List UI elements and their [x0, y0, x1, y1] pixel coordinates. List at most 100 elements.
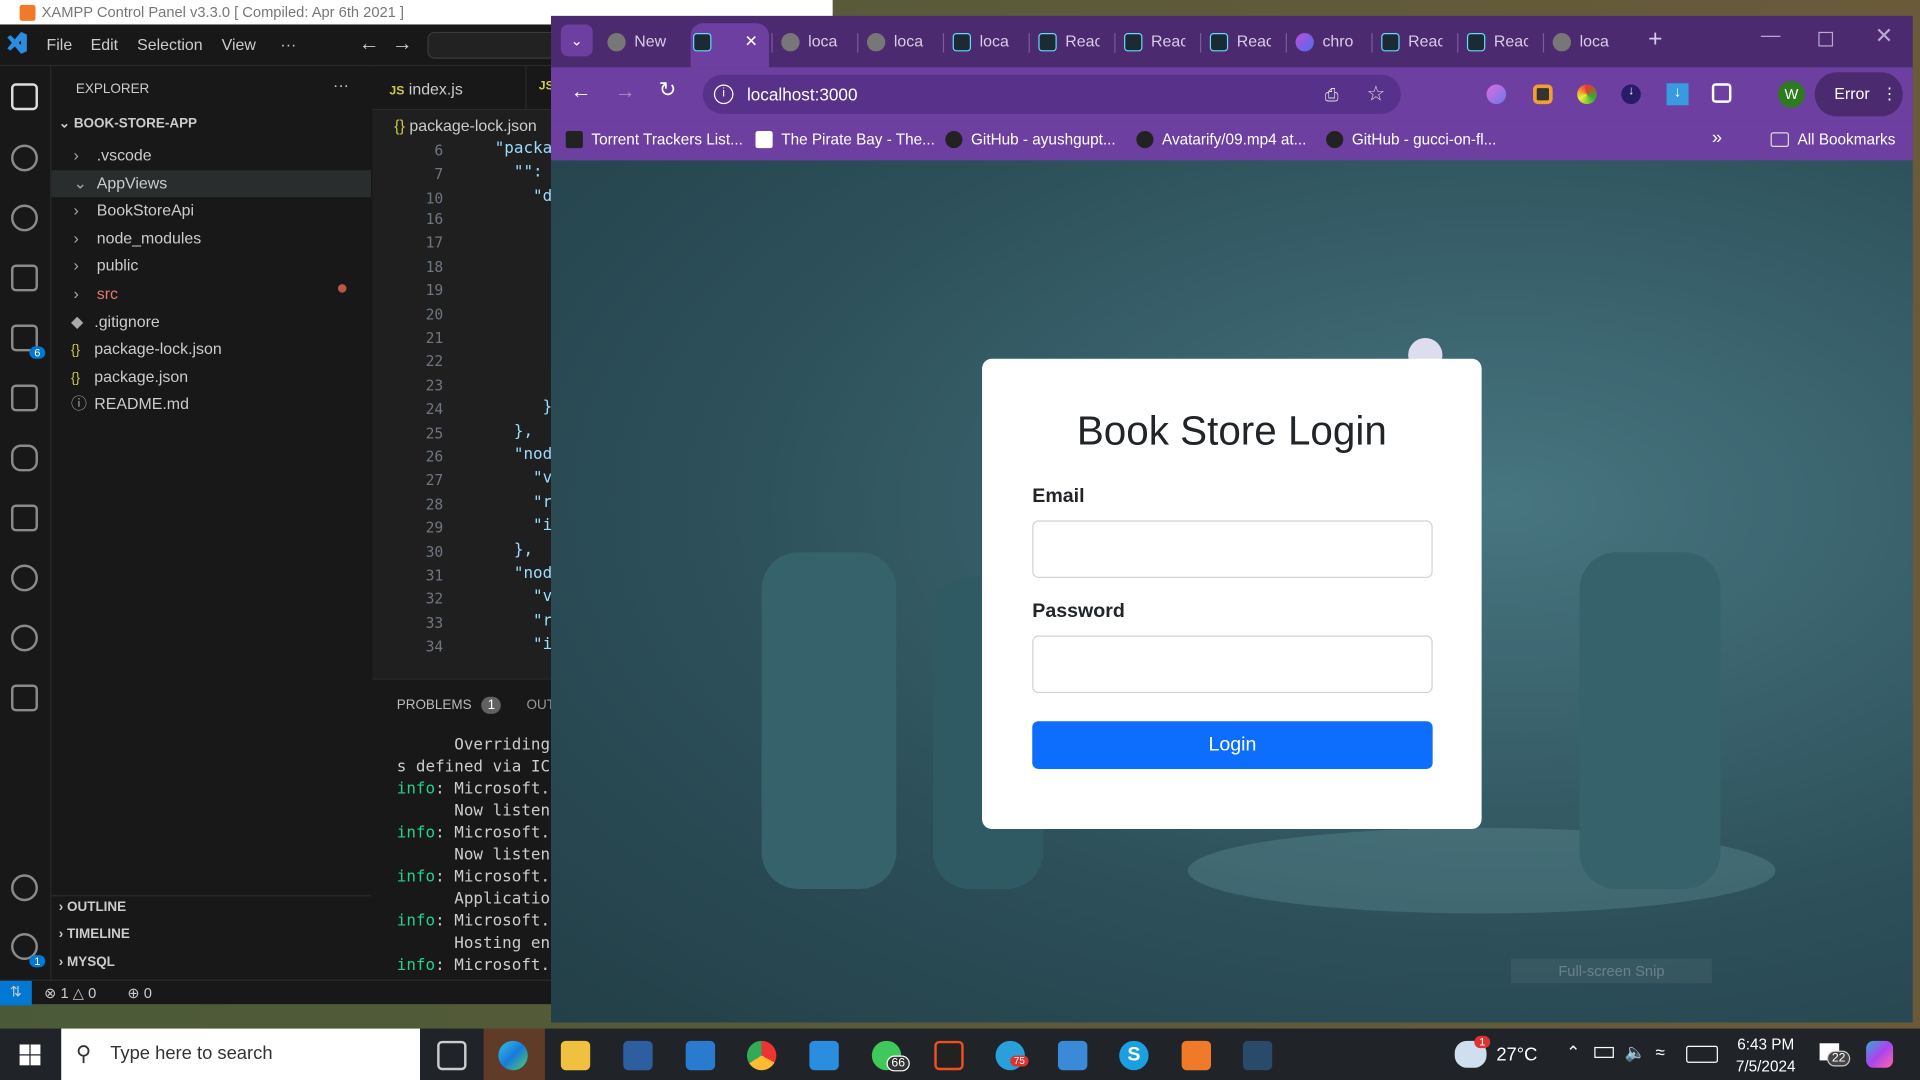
file-explorer-icon[interactable] [560, 1040, 591, 1071]
notifications-icon[interactable]: 22 [1819, 1043, 1851, 1067]
chatgpt-icon[interactable] [11, 624, 38, 652]
new-tab-plus-icon[interactable]: + [1648, 26, 1662, 54]
problems-status[interactable]: ⊗ 1 △ 0 [44, 984, 96, 1001]
tab-problems[interactable]: PROBLEMS 1 [397, 696, 502, 714]
profile-avatar[interactable]: W [1777, 80, 1805, 108]
browser-tab[interactable]: loca [950, 31, 1014, 55]
forward-icon[interactable]: → [615, 80, 636, 104]
wifi-icon[interactable]: ≈ [1656, 1042, 1665, 1062]
browser-tab[interactable]: Reac [1379, 31, 1442, 55]
run-debug-icon[interactable] [11, 264, 38, 292]
command-center[interactable] [427, 31, 563, 59]
skype-icon[interactable]: S [1119, 1040, 1149, 1071]
close-tab-icon[interactable]: ✕ [744, 23, 757, 60]
explorer-more-icon[interactable]: ··· [333, 76, 349, 94]
browser-tab[interactable]: Reac [1464, 31, 1528, 55]
browser-tab[interactable]: Reac [1122, 31, 1185, 55]
taskbar-search[interactable]: ⚲ Type here to search [61, 1028, 421, 1080]
show-hidden-icons-chevron[interactable]: ⌃ [1566, 1042, 1580, 1063]
keyboard-icon[interactable] [1686, 1045, 1718, 1063]
tree-item[interactable]: › src [51, 280, 371, 307]
menu-file[interactable]: File [47, 36, 73, 54]
vscode-icon[interactable] [809, 1040, 839, 1071]
figma-icon[interactable] [934, 1040, 964, 1071]
menu-more[interactable]: ··· [280, 36, 296, 54]
address-bar[interactable]: i localhost:3000 ⎙ ☆ [702, 74, 1401, 114]
extensions-icon[interactable]: 6 [11, 324, 46, 359]
browser-tab[interactable]: loca [864, 31, 928, 55]
mail-icon[interactable] [685, 1040, 716, 1071]
accounts-icon[interactable] [11, 874, 38, 902]
tree-item[interactable]: {} package-lock.json [51, 336, 371, 363]
back-arrow-icon[interactable]: ← [359, 32, 380, 56]
clock[interactable]: 6:43 PM 7/5/2024 [1729, 1033, 1802, 1077]
downloader-extension-icon[interactable]: ↓ [1621, 84, 1641, 105]
tree-item[interactable]: ◆ .gitignore [51, 308, 371, 335]
email-input[interactable] [1032, 520, 1433, 578]
volume-icon[interactable]: 🔈 [1625, 1042, 1646, 1063]
breadcrumb[interactable]: {} package-lock.json [394, 116, 537, 134]
bookmark-star-icon[interactable]: ☆ [1367, 75, 1386, 114]
bookmark-avatarify[interactable]: Avatarify/09.mp4 at... [1136, 131, 1306, 149]
browser-tab[interactable]: loca [779, 31, 843, 55]
tree-item[interactable]: › .vscode [51, 142, 371, 169]
password-input[interactable] [1032, 635, 1433, 694]
menu-view[interactable]: View [222, 36, 256, 54]
database-icon[interactable] [11, 444, 38, 472]
close-window-icon[interactable]: ✕ [1875, 23, 1893, 49]
layers-icon[interactable] [11, 504, 38, 532]
project-root[interactable]: ⌄ BOOK-STORE-APP [59, 115, 197, 131]
remote-explorer-icon[interactable] [11, 384, 38, 412]
code-editor[interactable]: {} package-lock.json 6 "packa 7 "": 10 "d 16… [372, 110, 552, 679]
tree-item[interactable]: › public [51, 253, 371, 280]
download-manager-icon[interactable]: ↓ [1666, 83, 1689, 106]
browser-tab[interactable]: Reac [1207, 31, 1271, 55]
start-windows-icon[interactable] [19, 1044, 41, 1066]
chrome-icon[interactable] [746, 1040, 777, 1071]
tree-item[interactable]: › node_modules [51, 225, 371, 252]
settings-gear-icon[interactable]: 1 [11, 933, 46, 968]
tree-item[interactable]: ⌄ AppViews [51, 169, 372, 197]
camera-extension-icon[interactable] [1533, 84, 1553, 105]
bookmark-github-ayushgupt[interactable]: GitHub - ayushgupt... [945, 131, 1116, 149]
telegram-icon[interactable]: 75 [995, 1040, 1029, 1071]
bookmark-github-gucci[interactable]: GitHub - gucci-on-fl... [1326, 131, 1496, 149]
minimize-icon[interactable]: — [1761, 26, 1781, 48]
browser-tab[interactable]: loca [1550, 31, 1614, 55]
menu-edit[interactable]: Edit [91, 36, 118, 54]
photos-icon[interactable] [1057, 1040, 1088, 1071]
xampp-taskbar-icon[interactable] [1181, 1040, 1212, 1071]
tree-item[interactable]: › BookStoreApi [51, 197, 371, 224]
site-info-icon[interactable]: i [713, 84, 734, 105]
battery-icon[interactable] [1594, 1046, 1614, 1058]
bookmark-pirate-bay[interactable]: The Pirate Bay - The... [755, 131, 935, 149]
tree-item[interactable]: ⓘ README.md [51, 391, 371, 418]
react-icon[interactable] [11, 564, 38, 592]
browser-tab[interactable]: Reac [1036, 31, 1100, 55]
weather-icon[interactable]: 1 [1454, 1035, 1491, 1068]
section-outline[interactable]: › OUTLINE [59, 900, 126, 915]
weather-temp[interactable]: 27°C [1496, 1044, 1537, 1065]
tab-index-js[interactable]: JS index.js [372, 66, 527, 111]
explorer-icon[interactable] [11, 83, 38, 111]
color-picker-extension-icon[interactable] [1577, 84, 1597, 105]
microsoft-store-icon[interactable] [623, 1040, 653, 1071]
tab-search-chevron-icon[interactable]: ⌄ [560, 24, 593, 57]
outline-list-icon[interactable] [11, 684, 38, 712]
browser-tab[interactable]: chro [1293, 31, 1357, 55]
task-view-icon[interactable] [437, 1040, 467, 1071]
remote-icon[interactable]: ⇅ [0, 980, 32, 1006]
tree-item[interactable]: {} package.json [51, 363, 371, 390]
mysql-workbench-icon[interactable] [1242, 1040, 1273, 1071]
extensions-puzzle-icon[interactable] [1711, 83, 1732, 103]
maximize-icon[interactable] [1818, 31, 1834, 47]
login-button[interactable]: Login [1032, 721, 1433, 769]
source-control-icon[interactable] [11, 204, 38, 232]
error-menu-button[interactable]: Error ⋮ [1814, 72, 1903, 117]
menu-selection[interactable]: Selection [137, 36, 202, 54]
section-timeline[interactable]: › TIMELINE [59, 927, 130, 942]
forward-arrow-icon[interactable]: → [392, 32, 413, 56]
browser-tab[interactable]: New [605, 31, 669, 55]
edge-icon[interactable] [498, 1040, 528, 1071]
back-icon[interactable]: ← [571, 80, 592, 104]
